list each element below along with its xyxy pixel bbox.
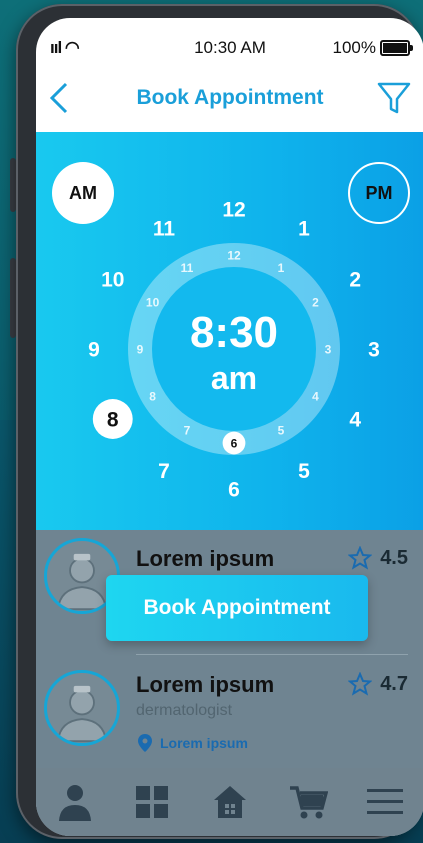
doctor-location[interactable]: Lorem ipsum: [138, 734, 248, 752]
inner-hour[interactable]: 3: [325, 342, 332, 356]
inner-hour[interactable]: 4: [312, 389, 319, 403]
bottom-tab-bar: [36, 768, 423, 836]
tab-profile[interactable]: [53, 780, 97, 824]
location-label: Lorem ipsum: [160, 735, 248, 751]
status-bar: ııl ◠ 10:30 AM 100%: [36, 18, 423, 70]
outer-hour[interactable]: 1: [298, 217, 310, 240]
doctor-rating: 4.5: [348, 546, 408, 570]
outer-hour[interactable]: 9: [88, 339, 100, 362]
user-icon: [58, 785, 91, 821]
outer-hour[interactable]: 2: [349, 269, 361, 292]
tab-menu[interactable]: [363, 780, 407, 824]
battery-icon: [380, 40, 413, 56]
inner-hour[interactable]: 7: [184, 424, 191, 438]
cart-icon: [289, 786, 328, 819]
doctor-avatar: [44, 670, 120, 746]
inner-hour[interactable]: 11: [181, 261, 194, 275]
doctor-name: Lorem ipsum: [136, 546, 275, 571]
outer-hour[interactable]: 12: [222, 199, 245, 222]
divider: [136, 654, 408, 655]
selected-time-display: 8:30: [190, 308, 278, 357]
outer-hour[interactable]: 11: [153, 217, 176, 240]
pm-toggle[interactable]: PM: [348, 162, 410, 224]
inner-hour[interactable]: 2: [312, 295, 319, 309]
inner-hour[interactable]: 10: [146, 295, 160, 309]
phone-frame: ııl ◠ 10:30 AM 100% Book Appointment 12 1…: [16, 4, 423, 839]
inner-hour[interactable]: 5: [278, 424, 285, 438]
battery-percent: 100%: [332, 38, 376, 57]
filter-icon[interactable]: [376, 80, 412, 116]
star-icon: [348, 546, 373, 570]
outer-hour[interactable]: 8: [107, 409, 119, 432]
inner-hour[interactable]: 12: [227, 248, 241, 262]
inner-hour[interactable]: 1: [278, 261, 285, 275]
page-title: Book Appointment: [136, 86, 324, 109]
app-header: Book Appointment: [36, 70, 423, 132]
outer-hour[interactable]: 6: [228, 479, 240, 502]
inner-hour[interactable]: 9: [137, 342, 144, 356]
grid-icon: [136, 786, 169, 818]
doctor-avatar-icon: [57, 685, 107, 743]
selected-period-display: am: [211, 360, 257, 396]
tab-home[interactable]: [208, 780, 252, 824]
book-appointment-button[interactable]: Book Appointment: [106, 575, 368, 641]
battery-indicator: 100%: [332, 38, 413, 58]
star-icon: [348, 672, 373, 696]
tab-dashboard[interactable]: [130, 780, 174, 824]
am-toggle[interactable]: AM: [52, 162, 114, 224]
rating-value: 4.7: [380, 672, 408, 695]
home-icon: [213, 786, 246, 818]
doctor-card[interactable]: Lorem ipsum dermatologist 4.7 Lorem ipsu…: [36, 656, 423, 782]
doctor-name: Lorem ipsum: [136, 672, 275, 697]
outer-hour[interactable]: 7: [158, 460, 170, 483]
location-pin-icon: [138, 734, 152, 752]
menu-icon: [367, 789, 404, 814]
screen: ııl ◠ 10:30 AM 100% Book Appointment 12 1…: [36, 18, 423, 836]
outer-hour[interactable]: 5: [298, 460, 310, 483]
outer-hour[interactable]: 4: [349, 409, 361, 432]
tab-cart[interactable]: [286, 780, 330, 824]
doctor-specialty: dermatologist: [136, 702, 233, 719]
outer-hour[interactable]: 10: [101, 269, 124, 292]
time-picker-panel: 12 1 2 3 4 5 6 7 8 9 10 11 12 1 2 3 4 5 6 7 8 9 10 11 8:30 am AM …: [36, 132, 423, 530]
rating-value: 4.5: [380, 546, 408, 569]
inner-hour[interactable]: 6: [231, 436, 238, 450]
outer-hour[interactable]: 3: [368, 339, 380, 362]
inner-hour[interactable]: 8: [149, 389, 156, 403]
doctor-rating: 4.7: [348, 672, 408, 696]
